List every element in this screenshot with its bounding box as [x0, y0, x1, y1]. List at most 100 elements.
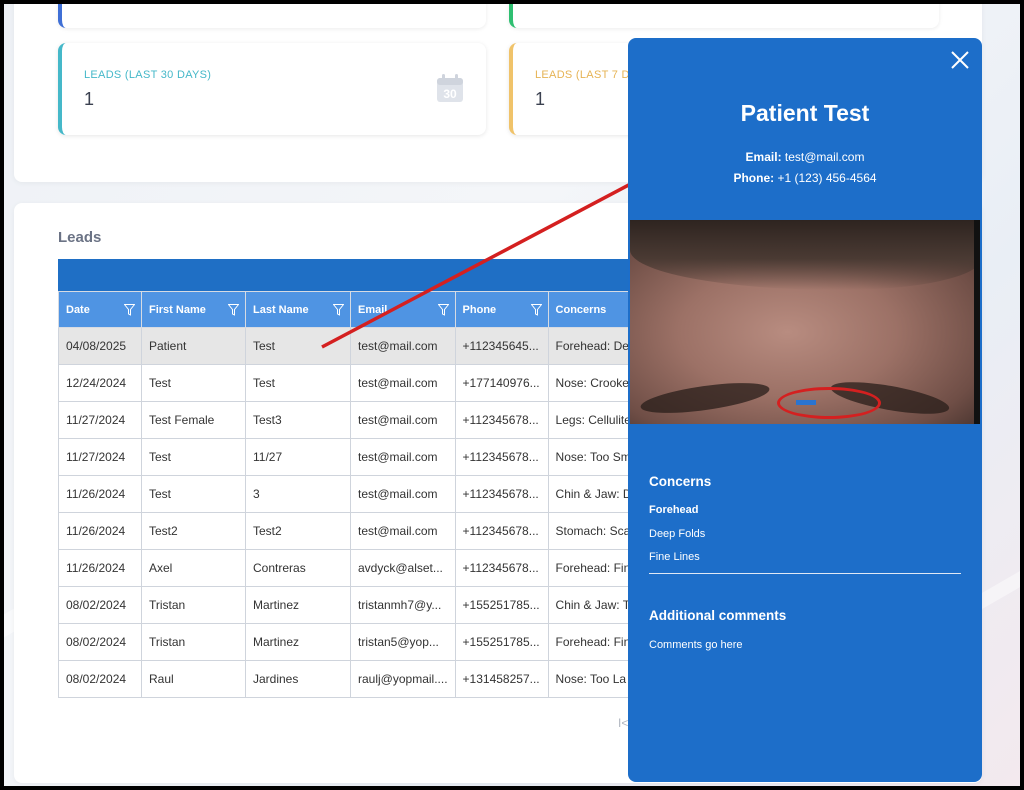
- close-icon[interactable]: [950, 50, 970, 70]
- table-cell: Martinez: [245, 586, 351, 624]
- table-cell: Test: [245, 364, 351, 402]
- table-cell: Test2: [141, 512, 246, 550]
- stat-card-leads-30-days: LEADS (LAST 30 DAYS) 1 30: [58, 43, 486, 135]
- table-cell: Contreras: [245, 549, 351, 587]
- concern-item: Fine Lines: [649, 551, 700, 563]
- table-cell: 11/26/2024: [58, 475, 142, 513]
- table-cell: +177140976...: [454, 364, 549, 402]
- table-cell: Tristan: [141, 586, 246, 624]
- table-row[interactable]: 11/27/2024 Test 11/27 test@mail.com +1123456…: [58, 438, 660, 476]
- patient-name: Patient Test: [740, 100, 870, 126]
- pager-first-button[interactable]: I<: [618, 716, 628, 730]
- table-row[interactable]: 11/26/2024 Test 3 test@mail.com +112345678..…: [58, 475, 660, 513]
- table-row[interactable]: 11/26/2024 Axel Contreras avdyck@alset... +1…: [58, 549, 660, 587]
- patient-detail-drawer: Patient Test Email: test@mail.com Phone:…: [628, 38, 982, 782]
- concerns-title: Concerns: [649, 474, 712, 489]
- table-cell: 12/24/2024: [58, 364, 142, 402]
- table-cell: 11/27/2024: [58, 438, 142, 476]
- table-cell: +112345678...: [454, 549, 549, 587]
- table-cell: Test: [141, 438, 246, 476]
- filter-icon[interactable]: [228, 304, 239, 316]
- table-row[interactable]: 08/02/2024 Tristan Martinez tristanmh7@y...…: [58, 586, 660, 624]
- comments-text: Comments go here: [649, 639, 743, 651]
- column-header[interactable]: First Name: [141, 291, 246, 328]
- table-cell: +112345678...: [454, 512, 549, 550]
- table-cell: Test3: [245, 401, 351, 439]
- grid-toolbar: [58, 259, 658, 291]
- filter-icon[interactable]: [124, 304, 135, 316]
- calendar-icon: 30: [437, 74, 463, 102]
- app-screen: LEADS (LAST 30 DAYS) 1 30 LEADS (LAST 7 …: [4, 4, 1020, 786]
- column-header-label: Email: [358, 303, 388, 316]
- annotation-ellipse: [777, 387, 881, 419]
- divider: [649, 573, 961, 574]
- table-cell: +112345678...: [454, 438, 549, 476]
- calendar-icon-text: 30: [443, 87, 457, 101]
- column-header[interactable]: Email: [350, 291, 456, 328]
- photo-edge: [974, 220, 980, 424]
- phone-value: +1 (123) 456-4564: [777, 171, 877, 185]
- table-cell: Axel: [141, 549, 246, 587]
- column-header[interactable]: Last Name: [245, 291, 351, 328]
- table-row[interactable]: 11/26/2024 Test2 Test2 test@mail.com +112345…: [58, 512, 660, 550]
- concern-item: Forehead: [649, 504, 699, 516]
- table-cell: 08/02/2024: [58, 586, 142, 624]
- table-cell: 04/08/2025: [58, 327, 142, 365]
- leads-table: Date First Name Last Name Email Phone Concern…: [58, 291, 660, 698]
- filter-icon[interactable]: [437, 304, 449, 316]
- table-cell: Test: [141, 475, 246, 513]
- table-cell: +131458257...: [454, 660, 549, 698]
- table-cell: Jardines: [245, 660, 351, 698]
- table-cell: +155251785...: [454, 586, 549, 624]
- email-value: test@mail.com: [784, 150, 865, 164]
- table-cell: +112345678...: [454, 475, 549, 513]
- table-row[interactable]: 11/27/2024 Test Female Test3 test@mail.com +…: [58, 401, 660, 439]
- table-cell: test@mail.com: [350, 364, 456, 402]
- table-cell: raulj@yopmail....: [350, 660, 456, 698]
- table-cell: Raul: [141, 660, 246, 698]
- patient-email: Email: test@mail.com: [628, 150, 982, 164]
- column-header-label: Phone: [462, 303, 497, 316]
- column-header-label: Concerns: [555, 303, 607, 316]
- table-cell: 08/02/2024: [58, 660, 142, 698]
- table-cell: 11/27/2024: [58, 401, 142, 439]
- table-cell: Tristan: [141, 623, 246, 661]
- stat-label: LEADS (LAST 30 DAYS): [84, 69, 212, 81]
- table-cell: test@mail.com: [350, 401, 456, 439]
- table-cell: test@mail.com: [350, 438, 456, 476]
- filter-icon[interactable]: [530, 304, 542, 316]
- table-row[interactable]: 12/24/2024 Test Test test@mail.com +17714097…: [58, 364, 660, 402]
- stat-card-partial: [58, 4, 486, 28]
- patient-photo: [630, 220, 980, 424]
- table-cell: Martinez: [245, 623, 351, 661]
- table-row[interactable]: 04/08/2025 Patient Test test@mail.com +11234…: [58, 327, 660, 365]
- column-header[interactable]: Date: [58, 291, 142, 328]
- table-cell: tristanmh7@y...: [350, 586, 456, 624]
- table-cell: test@mail.com: [350, 327, 456, 365]
- table-row[interactable]: 08/02/2024 Tristan Martinez tristan5@yop...…: [58, 623, 660, 661]
- table-cell: Test2: [245, 512, 351, 550]
- table-cell: Test Female: [141, 401, 246, 439]
- column-header[interactable]: Phone: [454, 291, 549, 328]
- table-cell: test@mail.com: [350, 512, 456, 550]
- table-cell: test@mail.com: [350, 475, 456, 513]
- photo-hair: [630, 220, 980, 290]
- table-row[interactable]: 08/02/2024 Raul Jardines raulj@yopmail.... +…: [58, 660, 660, 698]
- stat-value: 1: [535, 89, 546, 109]
- column-header-label: Last Name: [253, 303, 309, 316]
- table-cell: +112345678...: [454, 401, 549, 439]
- stat-value: 1: [84, 89, 95, 109]
- table-cell: 11/27: [245, 438, 351, 476]
- comments-title: Additional comments: [649, 608, 787, 623]
- leads-title: Leads: [58, 229, 102, 246]
- table-cell: tristan5@yop...: [350, 623, 456, 661]
- stat-card-partial: [509, 4, 939, 28]
- table-cell: avdyck@alset...: [350, 549, 456, 587]
- patient-phone: Phone: +1 (123) 456-4564: [628, 171, 982, 185]
- photo-brow: [638, 377, 772, 419]
- table-cell: +155251785...: [454, 623, 549, 661]
- email-label: Email:: [745, 150, 782, 164]
- table-cell: Patient: [141, 327, 246, 365]
- column-header-label: First Name: [149, 303, 206, 316]
- filter-icon[interactable]: [333, 304, 344, 316]
